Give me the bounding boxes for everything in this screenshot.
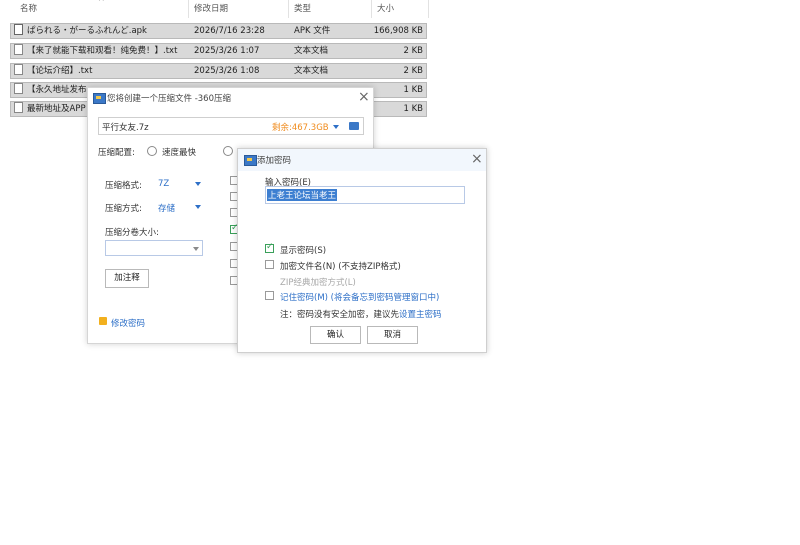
chevron-down-icon[interactable]	[333, 125, 339, 129]
cancel-button[interactable]: 取消	[367, 326, 418, 344]
dialog-title: 您将创建一个压缩文件 -360压缩	[107, 94, 231, 104]
column-header-name[interactable]: 名称	[20, 0, 37, 18]
text-file-icon	[14, 83, 23, 94]
zip-classic-label: ZIP经典加密方式(L)	[280, 278, 356, 288]
file-date: 2025/3/26 1:08	[194, 66, 260, 76]
folder-icon[interactable]	[349, 122, 359, 130]
file-name: 最新地址及APP	[27, 104, 86, 114]
text-file-icon	[14, 44, 23, 55]
close-icon[interactable]: ×	[471, 152, 483, 166]
file-size: 2 KB	[403, 46, 423, 56]
format-label: 压缩格式:	[105, 181, 142, 191]
dialog-title: 添加密码	[257, 156, 292, 166]
file-name: 【永久地址发布	[27, 85, 87, 95]
show-password-label: 显示密码(S)	[280, 246, 327, 256]
archive-app-icon	[244, 155, 257, 166]
file-size: 1 KB	[403, 104, 423, 114]
column-header-date[interactable]: 修改日期	[194, 0, 228, 18]
password-value: 上老王论坛当老王	[267, 189, 338, 201]
radio-fast-label: 速度最快	[162, 148, 197, 158]
remember-password-label: 记住密码(M) (将会备忘到密码管理窗口中)	[280, 293, 440, 303]
chevron-down-icon[interactable]	[195, 182, 201, 186]
file-size: 1 KB	[403, 85, 423, 95]
password-input[interactable]: 上老王论坛当老王	[265, 186, 465, 204]
password-dialog: 添加密码 × 输入密码(E) 上老王论坛当老王 显示密码(S) 加密文件名(N)…	[237, 148, 487, 353]
column-separator[interactable]	[188, 0, 189, 18]
encrypt-filenames-checkbox[interactable]	[265, 260, 274, 269]
split-size-select[interactable]	[105, 240, 203, 256]
text-file-icon	[14, 64, 23, 75]
column-separator[interactable]	[288, 0, 289, 18]
close-icon[interactable]: ×	[358, 90, 370, 104]
apk-file-icon	[14, 24, 23, 35]
format-select[interactable]: 7Z	[158, 179, 169, 189]
lock-icon	[99, 317, 107, 325]
file-row[interactable]: ぱられる・がーるふれんど.apk 2026/7/16 23:28 APK 文件 …	[10, 23, 427, 39]
archive-filename: 平行女友.7z	[102, 123, 149, 133]
file-name: ぱられる・がーるふれんど.apk	[27, 26, 147, 36]
file-row[interactable]: 【论坛介绍】.txt 2025/3/26 1:08 文本文档 2 KB	[10, 63, 427, 79]
add-comment-button[interactable]: 加注释	[105, 269, 149, 288]
file-date: 2025/3/26 1:07	[194, 46, 260, 56]
file-name: 【来了就能下载和观看！纯免费！】.txt	[27, 46, 178, 56]
column-separator[interactable]	[371, 0, 372, 18]
split-size-label: 压缩分卷大小:	[105, 228, 159, 238]
config-label: 压缩配置:	[98, 148, 135, 158]
file-type: APK 文件	[294, 26, 331, 36]
security-note: 注：密码没有安全加密，建议先设置主密码	[280, 308, 442, 320]
change-password-link[interactable]: 修改密码	[111, 317, 145, 329]
method-select[interactable]: 存储	[158, 202, 175, 214]
free-space: 剩余:467.3GB	[272, 123, 329, 133]
file-type: 文本文档	[294, 46, 329, 56]
text-file-icon	[14, 102, 23, 113]
confirm-button[interactable]: 确认	[310, 326, 361, 344]
chevron-down-icon[interactable]	[195, 205, 201, 209]
sort-caret: ^	[98, 0, 105, 6]
file-row[interactable]: 【来了就能下载和观看！纯免费！】.txt 2025/3/26 1:07 文本文档…	[10, 43, 427, 59]
file-size: 2 KB	[403, 66, 423, 76]
file-size: 166,908 KB	[373, 26, 423, 36]
archive-path-field[interactable]: 平行女友.7z 剩余:467.3GB	[98, 117, 364, 135]
column-header-type[interactable]: 类型	[294, 0, 311, 18]
radio-small[interactable]	[223, 146, 233, 156]
encrypt-filenames-label: 加密文件名(N) (不支持ZIP格式)	[280, 262, 401, 272]
file-type: 文本文档	[294, 66, 329, 76]
method-label: 压缩方式:	[105, 204, 142, 214]
show-password-checkbox[interactable]	[265, 242, 274, 253]
column-header-size[interactable]: 大小	[377, 0, 394, 18]
file-date: 2026/7/16 23:28	[194, 26, 265, 36]
archive-app-icon	[93, 93, 106, 104]
column-separator[interactable]	[428, 0, 429, 18]
remember-password-checkbox[interactable]	[265, 291, 274, 300]
set-master-password-link[interactable]: 设置主密码	[399, 310, 442, 320]
radio-fast[interactable]	[147, 146, 157, 156]
chevron-down-icon[interactable]	[193, 247, 199, 251]
security-note-text: 注：密码没有安全加密，建议先	[280, 310, 400, 320]
file-name: 【论坛介绍】.txt	[27, 66, 93, 76]
